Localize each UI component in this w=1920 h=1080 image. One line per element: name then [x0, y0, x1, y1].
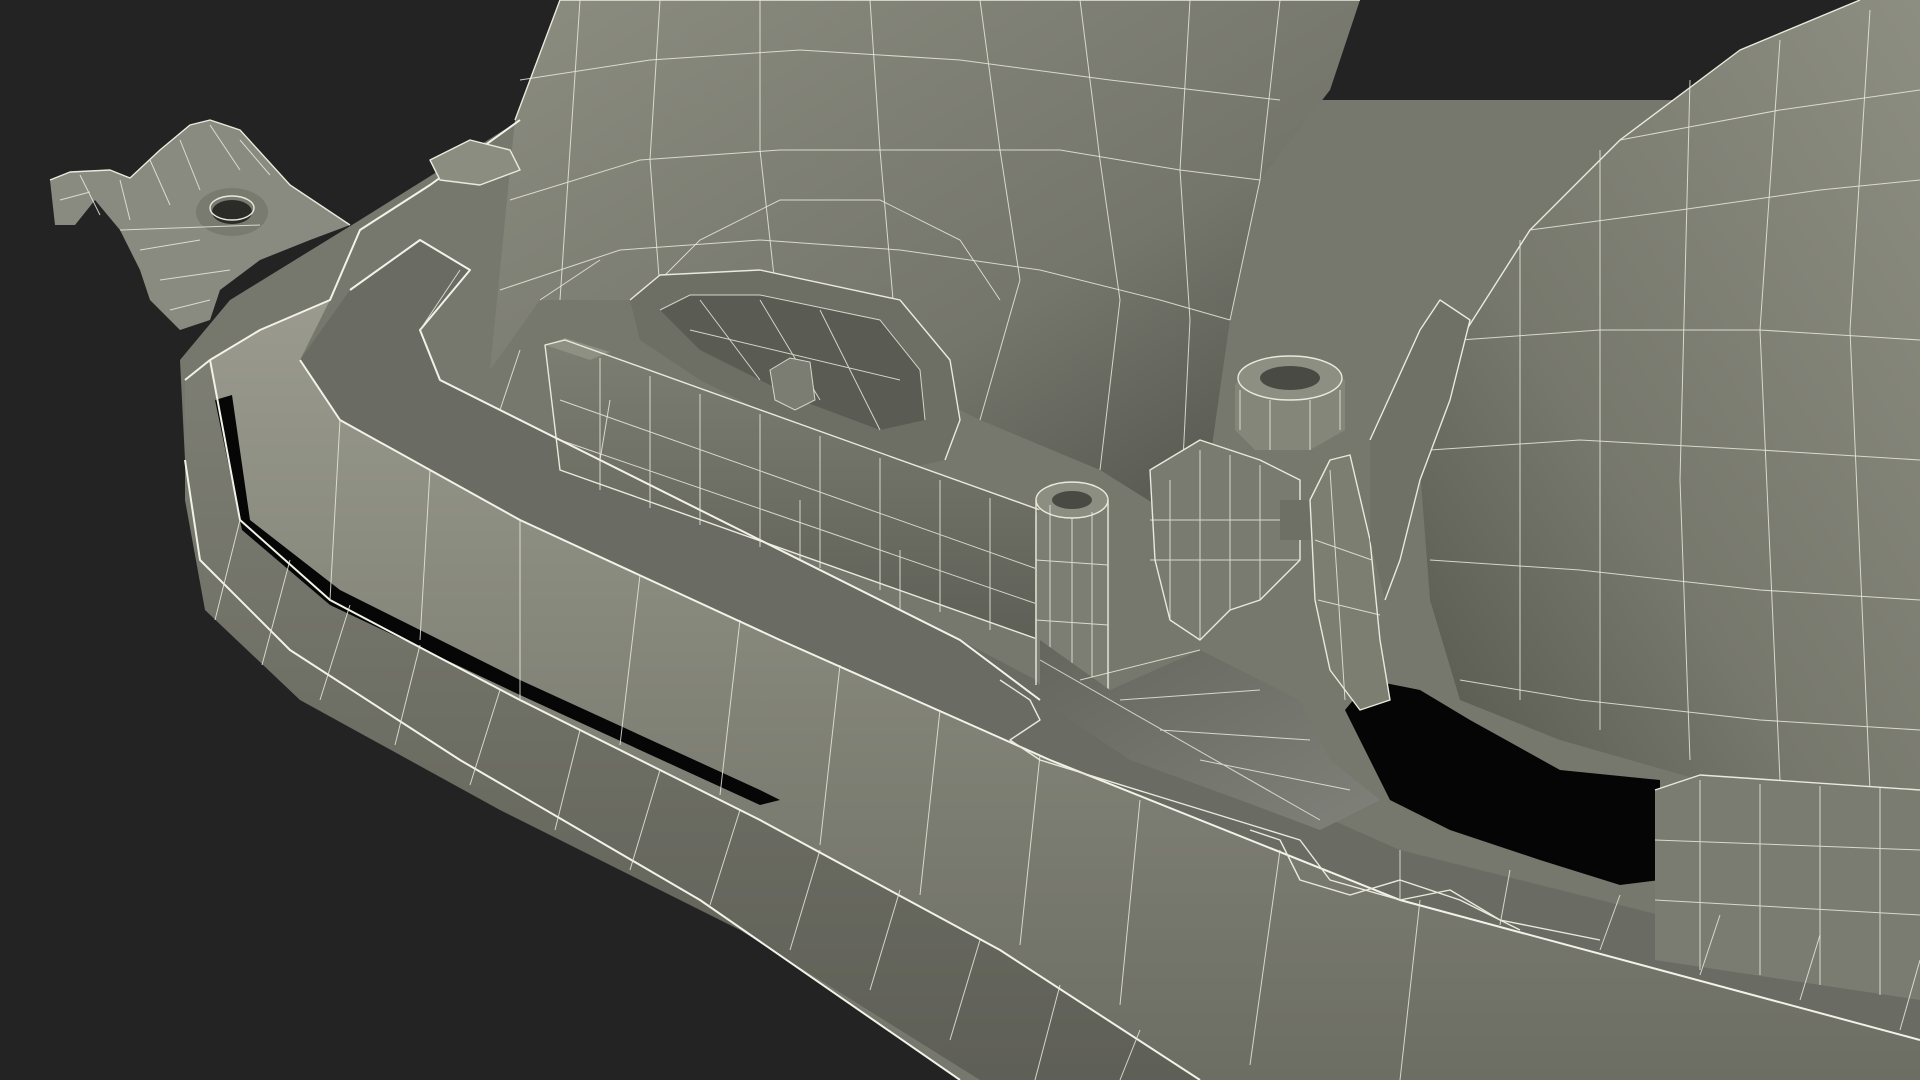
- 3d-viewport[interactable]: [0, 0, 1920, 1080]
- wireframe-render: [0, 0, 1920, 1080]
